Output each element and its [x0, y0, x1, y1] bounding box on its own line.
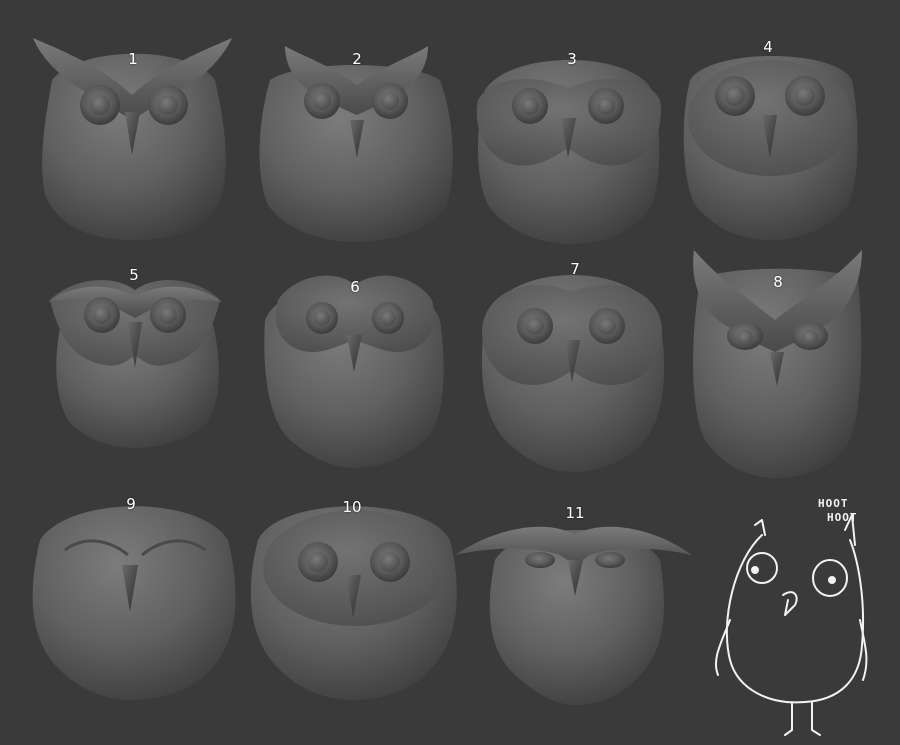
owl-number-1: 1 [128, 50, 138, 68]
owl-number-6: 6 [350, 278, 360, 296]
owl-sculpt-11 [455, 526, 692, 705]
owl-sketch-drawing [714, 514, 868, 736]
owl-sculpt-7 [481, 275, 665, 472]
owl-number-5: 5 [129, 266, 139, 284]
owl-number-4: 4 [763, 38, 773, 56]
sketch-hoot-line-2: HOOT [827, 511, 858, 524]
owl-sculpt-sheet [32, 38, 868, 736]
owl-sculpt-3 [476, 60, 661, 244]
owl-number-10: 10 [342, 498, 362, 516]
owl-number-3: 3 [567, 50, 577, 68]
sketch-hoot-line-1: HOOT [818, 497, 849, 510]
owl-number-9: 9 [126, 495, 136, 513]
owl-sculpt-1 [33, 38, 232, 240]
owl-number-2: 2 [352, 50, 362, 68]
owl-number-8: 8 [773, 273, 783, 291]
owl-sculpt-6 [264, 275, 444, 468]
owl-sculpt-5 [48, 279, 222, 448]
owl-sculpt-10 [250, 506, 457, 700]
owl-number-7: 7 [570, 260, 580, 278]
owl-sculpt-2 [259, 46, 453, 242]
owl-sculpt-4 [683, 56, 858, 240]
owl-number-11: 11 [565, 504, 585, 522]
owl-sculpt-9 [32, 506, 236, 700]
